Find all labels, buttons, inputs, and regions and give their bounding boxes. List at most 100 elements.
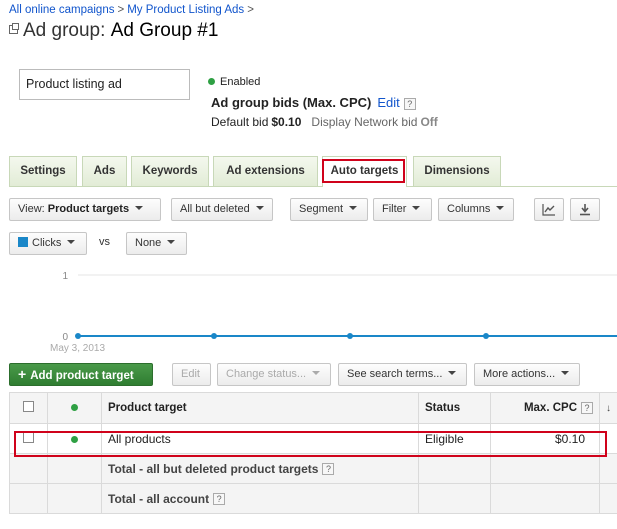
chevron-down-icon: [312, 371, 321, 376]
status-filter-dropdown[interactable]: All but deleted: [171, 198, 273, 221]
select-all-cell: [9, 392, 48, 424]
download-icon: [580, 204, 590, 216]
chevron-down-icon: [67, 240, 76, 245]
primary-metric-dropdown[interactable]: Clicks: [9, 232, 87, 255]
more-actions-dropdown[interactable]: More actions...: [474, 363, 580, 386]
chart-grid: [78, 274, 617, 337]
default-bid-value: $0.10: [271, 115, 302, 129]
enabled-status-dot-icon: [208, 77, 215, 85]
columns-label: Columns: [447, 203, 491, 215]
status-indicator: Enabled: [208, 76, 260, 88]
column-header-status[interactable]: Status: [418, 392, 491, 424]
total-empty-cell: [47, 453, 102, 484]
auto-targets-highlight: [322, 159, 405, 183]
total-empty-cell: [47, 483, 102, 514]
chevron-down-icon: [135, 206, 144, 211]
tab-dimensions[interactable]: Dimensions: [413, 156, 501, 186]
segment-label: Segment: [299, 203, 344, 215]
status-label: Enabled: [220, 76, 261, 88]
columns-dropdown[interactable]: Columns: [438, 198, 514, 221]
status-filter-label: All but deleted: [180, 203, 250, 215]
filter-dropdown[interactable]: Filter: [373, 198, 432, 221]
change-status-label: Change status...: [226, 368, 307, 380]
y-tick-label: 0: [62, 332, 68, 343]
primary-metric-label: Clicks: [32, 237, 62, 249]
chevron-down-icon: [167, 240, 176, 245]
select-all-checkbox[interactable]: [23, 401, 34, 412]
plus-icon: +: [18, 366, 27, 382]
secondary-metric-label: None: [135, 237, 162, 249]
column-header-product-target[interactable]: Product target: [101, 392, 419, 424]
secondary-metric-dropdown[interactable]: None: [126, 232, 187, 255]
max-cpc-help-icon[interactable]: ?: [581, 401, 593, 414]
change-status-dropdown[interactable]: Change status...: [217, 363, 331, 386]
total-account-label-cell: Total - all account?: [101, 483, 419, 514]
download-button[interactable]: [570, 198, 600, 221]
total-empty-cell: [490, 453, 600, 484]
total-account-label: Total - all account: [108, 491, 210, 506]
view-label: View:: [18, 203, 45, 215]
breadcrumb-separator: >: [117, 4, 125, 16]
sort-cell[interactable]: ↓: [599, 392, 617, 424]
total-filtered-label: Total - all but deleted product targets: [108, 461, 319, 476]
table-header-row: Product target Status Max. CPC? ↓: [9, 392, 617, 424]
performance-chart: 1 0May 3, 2013: [50, 271, 617, 354]
bids-help-icon[interactable]: ?: [403, 97, 416, 110]
total-empty-cell: [9, 483, 48, 514]
total-account-help-icon[interactable]: ?: [213, 493, 226, 506]
filter-label: Filter: [382, 203, 407, 215]
status-dot-icon: [71, 404, 78, 411]
chart-labels: 1 0May 3, 2013: [50, 271, 105, 354]
metric-vs-label: vs: [99, 236, 110, 248]
tab-ad-extensions[interactable]: Ad extensions: [213, 156, 318, 186]
data-point: [347, 333, 353, 339]
edit-button[interactable]: Edit: [172, 363, 211, 386]
total-empty-cell: [599, 483, 617, 514]
breadcrumb-all-campaigns[interactable]: All online campaigns: [9, 4, 114, 16]
display-network-bid-value: Off: [420, 115, 438, 129]
tab-keywords[interactable]: Keywords: [131, 156, 209, 186]
data-point: [211, 333, 217, 339]
chevron-down-icon: [496, 206, 505, 211]
chart-toggle-button[interactable]: [534, 198, 564, 221]
view-dropdown[interactable]: View: Product targets: [9, 198, 161, 221]
bids-edit-link[interactable]: Edit: [377, 95, 399, 110]
bids-title: Ad group bids (Max. CPC): [211, 95, 372, 110]
page-title-prefix: Ad group:: [23, 20, 106, 41]
tab-settings[interactable]: Settings: [9, 156, 77, 186]
data-point: [75, 333, 81, 339]
max-cpc-label: Max. CPC: [523, 402, 577, 415]
chevron-down-icon: [412, 206, 421, 211]
see-search-terms-label: See search terms...: [347, 368, 443, 380]
total-filtered-help-icon[interactable]: ?: [322, 463, 335, 476]
all-products-row-highlight: [14, 431, 607, 457]
chart-series: [75, 333, 617, 339]
breadcrumb: All online campaigns > My Product Listing …: [9, 4, 257, 16]
ad-preview[interactable]: Product listing ad: [19, 69, 190, 100]
total-empty-cell: [418, 453, 491, 484]
total-filtered-label-cell: Total - all but deleted product targets?: [101, 453, 419, 484]
total-empty-cell: [490, 483, 600, 514]
default-bid-row: Default bid $0.10 Display Network bid Off: [211, 115, 438, 129]
see-search-terms-dropdown[interactable]: See search terms...: [338, 363, 467, 386]
data-point: [483, 333, 489, 339]
chevron-down-icon: [448, 371, 457, 376]
chevron-down-icon: [561, 371, 570, 376]
x-tick-label: May 3, 2013: [50, 343, 105, 354]
tab-bar: Settings Ads Keywords Ad extensions Auto…: [9, 156, 617, 187]
y-tick-label: 1: [62, 271, 68, 282]
add-product-target-label: Add product target: [30, 370, 134, 382]
more-actions-label: More actions...: [483, 368, 556, 380]
add-product-target-button[interactable]: + Add product target: [9, 363, 153, 386]
ad-group-bids: Ad group bids (Max. CPC) Edit?: [211, 95, 416, 110]
tab-ads[interactable]: Ads: [82, 156, 127, 186]
column-header-max-cpc[interactable]: Max. CPC?: [490, 392, 600, 424]
breadcrumb-campaign[interactable]: My Product Listing Ads: [127, 4, 244, 16]
segment-dropdown[interactable]: Segment: [290, 198, 368, 221]
page-title-name: Ad Group #1: [110, 20, 219, 41]
view-value: Product targets: [47, 203, 130, 215]
chevron-down-icon: [349, 206, 358, 211]
chevron-down-icon: [255, 206, 264, 211]
metric-color-swatch: [18, 237, 28, 248]
line-chart-icon: [542, 204, 555, 216]
